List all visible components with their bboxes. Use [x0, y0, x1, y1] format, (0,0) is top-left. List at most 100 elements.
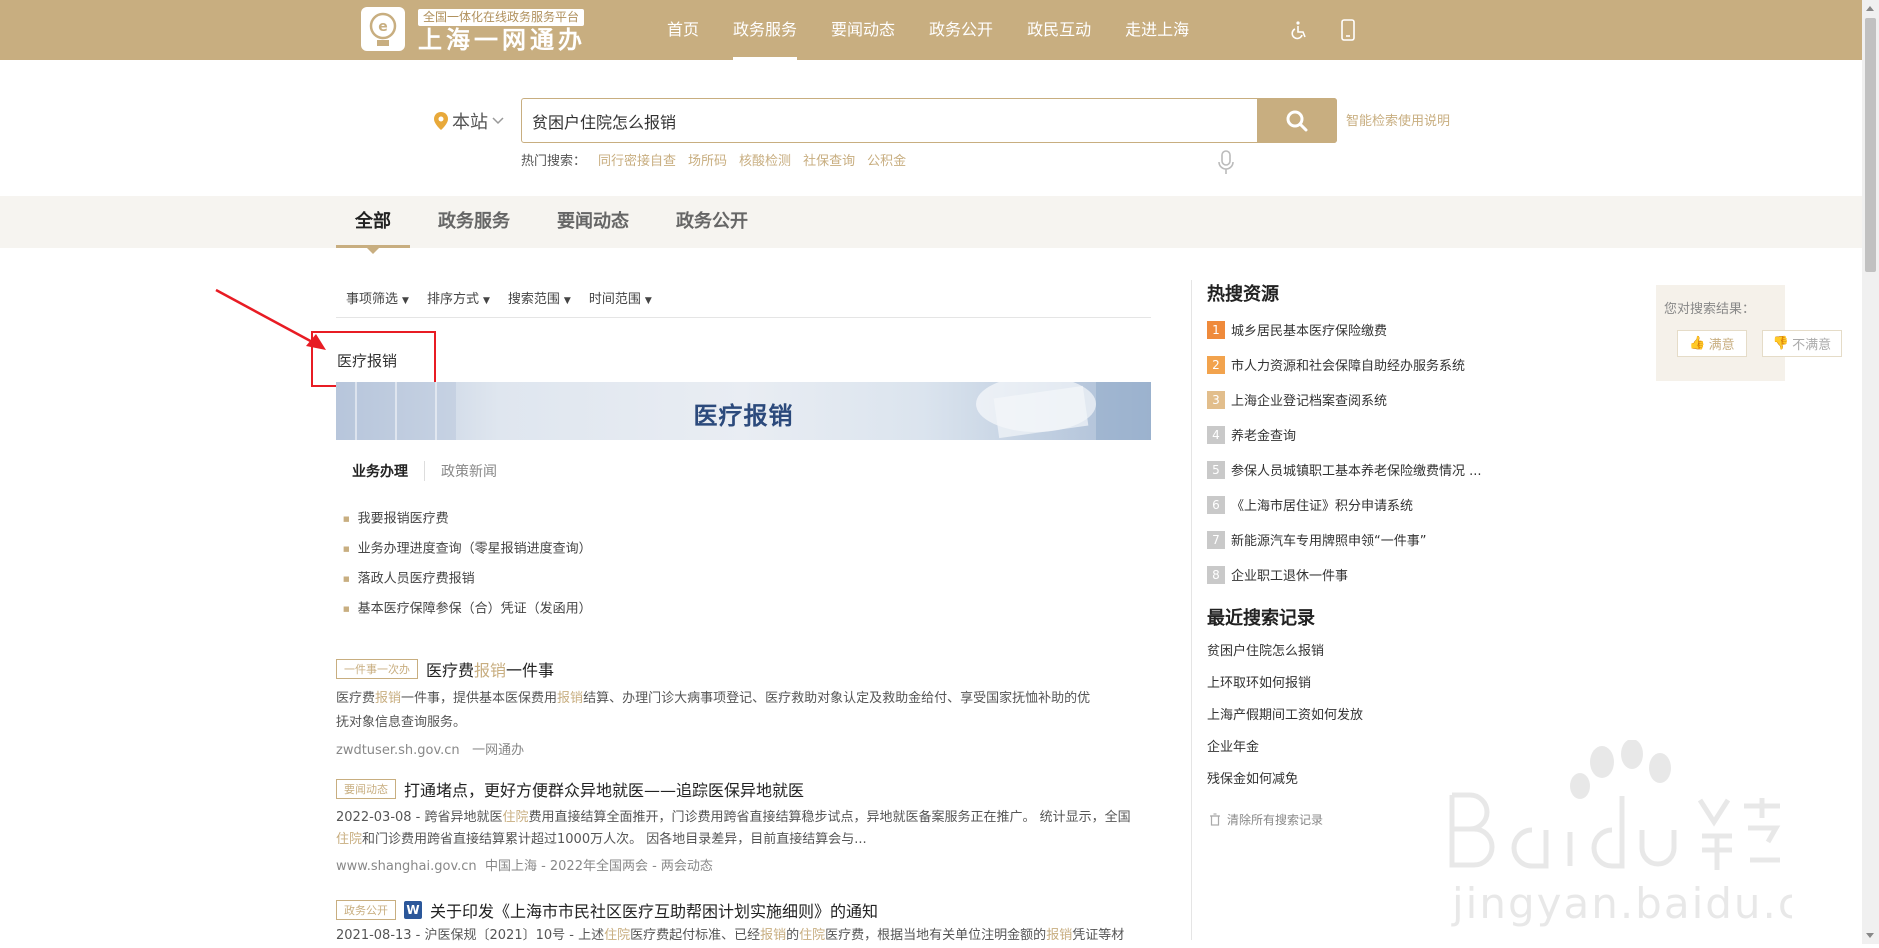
tab-news[interactable]: 要闻动态 — [538, 196, 648, 248]
recent-search-item[interactable]: 贫困户住院怎么报销 — [1207, 642, 1363, 674]
result-title-link[interactable]: 关于印发《上海市市民社区医疗互助帮困计划实施细则》的通知 — [430, 902, 878, 921]
subtab-business[interactable]: 业务办理 — [336, 461, 424, 481]
filter-sort[interactable]: 排序方式 ▼ — [427, 288, 490, 307]
card-title[interactable]: 医疗报销 — [337, 350, 397, 371]
service-item[interactable]: 落政人员医疗费报销 — [343, 568, 592, 598]
result-description: 2022-03-08 - 跨省异地就医住院费用直接结算全面推开，门诊费用跨省直接… — [336, 807, 1151, 851]
rank-badge: 1 — [1207, 320, 1225, 339]
rank-badge: 2 — [1207, 355, 1225, 374]
search-help-link[interactable]: 智能检索使用说明 — [1346, 110, 1450, 129]
source-url[interactable]: www.shanghai.gov.cn — [336, 859, 477, 874]
hot-resource-item[interactable]: 7 新能源汽车专用牌照申领“一件事” — [1207, 522, 1482, 557]
subtab-policy-news[interactable]: 政策新闻 — [425, 461, 513, 481]
divider — [336, 317, 1151, 318]
nav-interaction[interactable]: 政民互动 — [1010, 0, 1108, 60]
chevron-down-icon — [492, 117, 504, 125]
hot-resource-item[interactable]: 8 企业职工退休一件事 — [1207, 557, 1482, 592]
desc-keyword: 报销 — [375, 691, 402, 706]
hot-resource-item[interactable]: 6 《上海市居住证》积分申请系统 — [1207, 487, 1482, 522]
banner-title: 医疗报销 — [693, 402, 794, 430]
hot-keyword[interactable]: 核酸检测 — [739, 150, 791, 169]
scroll-down-arrow-icon[interactable] — [1866, 933, 1874, 938]
desc-keyword: 报销 — [760, 928, 787, 943]
banner-image[interactable]: 医疗报销 — [336, 382, 1151, 440]
hot-resource-item[interactable]: 3 上海企业登记档案查阅系统 — [1207, 382, 1482, 417]
nav-news[interactable]: 要闻动态 — [814, 0, 912, 60]
hot-resource-item[interactable]: 5 参保人员城镇职工基本养老保险缴费情况 ... — [1207, 452, 1482, 487]
shanghai-emblem-icon[interactable]: e — [361, 7, 405, 51]
scroll-thumb[interactable] — [1865, 18, 1876, 272]
location-selector[interactable]: 本站 — [434, 108, 504, 134]
source-name: 中国上海 - 2022年全国两会 - 两会动态 — [484, 859, 713, 874]
hot-search-label: 热门搜索： — [521, 154, 587, 169]
tab-gov-affairs-public[interactable]: 政务公开 — [657, 196, 767, 248]
search-box — [521, 98, 1337, 143]
search-button[interactable] — [1257, 98, 1337, 143]
hot-keyword[interactable]: 场所码 — [688, 150, 727, 169]
hot-resource-label: 《上海市居住证》积分申请系统 — [1231, 499, 1414, 514]
hot-resource-label: 上海企业登记档案查阅系统 — [1231, 394, 1388, 409]
clear-history-button[interactable]: 清除所有搜索记录 — [1209, 811, 1323, 828]
service-item[interactable]: 业务办理进度查询（零星报销进度查询） — [343, 538, 592, 568]
desc-keyword: 住院 — [502, 810, 529, 825]
source-url[interactable]: zwdtuser.sh.gov.cn — [336, 743, 460, 758]
service-list: 我要报销医疗费 业务办理进度查询（零星报销进度查询） 落政人员医疗费报销 基本医… — [343, 508, 592, 628]
desc-keyword: 住院 — [336, 832, 363, 847]
clear-history-label: 清除所有搜索记录 — [1227, 813, 1324, 827]
main-nav: 首页 政务服务 要闻动态 政务公开 政民互动 走进上海 — [650, 0, 1206, 60]
filter-time[interactable]: 时间范围 ▼ — [589, 288, 652, 307]
filter-item-type[interactable]: 事项筛选 ▼ — [346, 288, 409, 307]
svg-text:jingyan.baidu.com: jingyan.baidu.com — [1451, 879, 1792, 928]
tab-government-services[interactable]: 政务服务 — [419, 196, 529, 248]
service-item[interactable]: 基本医疗保障参保（合）凭证（发函用） — [343, 598, 592, 628]
hot-resource-item[interactable]: 2 市人力资源和社会保障自助经办服务系统 — [1207, 347, 1482, 382]
word-document-icon: W — [404, 901, 422, 919]
thumbs-down-icon: 👎 — [1772, 336, 1790, 351]
hot-searches: 热门搜索： 同行密接自查 场所码 核酸检测 社保查询 公积金 — [521, 150, 906, 169]
baidu-jingyan-watermark-logo: jingyan.baidu.com — [1449, 740, 1792, 928]
result-tag: 一件事一次办 — [336, 659, 418, 679]
nav-home[interactable]: 首页 — [650, 0, 716, 60]
caret-down-icon: ▼ — [563, 296, 571, 306]
feedback-panel: 您对搜索结果： 👍 满意 👎 不满意 — [1656, 285, 1842, 381]
wheelchair-icon[interactable] — [1287, 18, 1311, 42]
location-label: 本站 — [452, 112, 488, 133]
desc-keyword: 住院 — [799, 928, 826, 943]
scroll-up-arrow-icon[interactable] — [1866, 6, 1874, 11]
hot-keyword[interactable]: 社保查询 — [803, 150, 855, 169]
hot-keyword[interactable]: 同行密接自查 — [598, 150, 676, 169]
rank-badge: 4 — [1207, 425, 1225, 444]
desc-text: 医疗费起付标准、已经 — [630, 928, 761, 943]
recent-searches-heading: 最近搜索记录 — [1207, 608, 1315, 629]
mobile-phone-icon[interactable] — [1336, 18, 1360, 42]
search-input[interactable] — [532, 99, 1232, 142]
nav-government-services[interactable]: 政务服务 — [716, 0, 814, 60]
recent-search-item[interactable]: 上环取环如何报销 — [1207, 674, 1363, 706]
result-title-link[interactable]: 打通堵点，更好方便群众异地就医——追踪医保异地就医 — [404, 781, 804, 800]
result-description: 医疗费报销一件事，提供基本医保费用报销结算、办理门诊大病事项登记、医疗救助对象认… — [336, 687, 1151, 735]
title-text: 医疗费 — [426, 661, 475, 680]
logo-title[interactable]: 上海一网通办 — [418, 26, 586, 54]
hot-resource-item[interactable]: 4 养老金查询 — [1207, 417, 1482, 452]
recent-search-item[interactable]: 企业年金 — [1207, 738, 1363, 770]
unsatisfied-button[interactable]: 👎 不满意 — [1762, 330, 1842, 357]
tab-all[interactable]: 全部 — [336, 196, 410, 254]
recent-search-item[interactable]: 残保金如何减免 — [1207, 770, 1363, 802]
result-source: www.shanghai.gov.cn 中国上海 - 2022年全国两会 - 两… — [336, 855, 1151, 874]
recent-search-item[interactable]: 上海产假期间工资如何发放 — [1207, 706, 1363, 738]
desc-text: 的 — [786, 928, 800, 943]
service-item[interactable]: 我要报销医疗费 — [343, 508, 592, 538]
hot-resource-label: 企业职工退休一件事 — [1231, 569, 1349, 584]
nav-about-shanghai[interactable]: 走进上海 — [1108, 0, 1206, 60]
hot-resource-item[interactable]: 1 城乡居民基本医疗保险缴费 — [1207, 312, 1482, 347]
trash-icon — [1210, 813, 1220, 826]
nav-gov-affairs-public[interactable]: 政务公开 — [912, 0, 1010, 60]
vertical-scrollbar[interactable] — [1862, 0, 1879, 944]
satisfied-button[interactable]: 👍 满意 — [1677, 330, 1747, 357]
result-title-link[interactable]: 医疗费报销一件事 — [426, 661, 554, 680]
hot-keyword[interactable]: 公积金 — [867, 150, 906, 169]
microphone-icon[interactable] — [1218, 150, 1234, 180]
search-result: 一件事一次办 医疗费报销一件事 医疗费报销一件事，提供基本医保费用报销结算、办理门… — [336, 657, 1151, 758]
filter-scope[interactable]: 搜索范围 ▼ — [508, 288, 571, 307]
rank-badge: 5 — [1207, 460, 1225, 479]
